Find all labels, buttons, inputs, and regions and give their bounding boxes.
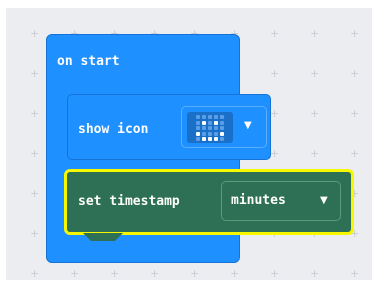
grid-mark: + bbox=[310, 67, 320, 80]
grid-mark: + bbox=[270, 27, 280, 40]
led-off bbox=[208, 120, 212, 125]
show-icon-block[interactable]: show icon ▼ bbox=[67, 94, 271, 160]
smiley-led-icon bbox=[187, 112, 233, 143]
grid-mark: + bbox=[270, 147, 280, 160]
grid-mark: + bbox=[30, 267, 40, 280]
led-off bbox=[196, 137, 200, 141]
led-off bbox=[208, 126, 212, 130]
led-off bbox=[220, 137, 224, 141]
grid-mark: + bbox=[350, 107, 360, 120]
show-icon-label: show icon bbox=[78, 122, 149, 137]
grid-mark: + bbox=[270, 267, 280, 280]
led-on bbox=[220, 131, 224, 136]
grid-mark: + bbox=[30, 107, 40, 120]
led-on bbox=[214, 120, 218, 125]
led-off bbox=[220, 120, 224, 125]
grid-mark: + bbox=[350, 147, 360, 160]
led-on bbox=[202, 120, 206, 125]
grid-mark: + bbox=[30, 227, 40, 240]
led-off bbox=[196, 115, 200, 119]
set-timestamp-label: set timestamp bbox=[78, 194, 180, 209]
grid-mark: + bbox=[230, 267, 240, 280]
grid-mark: + bbox=[30, 187, 40, 200]
led-on bbox=[214, 137, 218, 141]
icon-dropdown[interactable]: ▼ bbox=[181, 106, 267, 148]
grid-mark: + bbox=[350, 27, 360, 40]
set-timestamp-block[interactable]: set timestamp minutes ▼ bbox=[64, 169, 354, 241]
led-off bbox=[214, 126, 218, 130]
grid-mark: + bbox=[30, 27, 40, 40]
grid-mark: + bbox=[350, 267, 360, 280]
led-on bbox=[208, 137, 212, 141]
grid-mark: + bbox=[110, 267, 120, 280]
chevron-down-icon: ▼ bbox=[244, 120, 252, 131]
chevron-down-icon: ▼ bbox=[320, 195, 328, 206]
led-off bbox=[220, 126, 224, 130]
grid-mark: + bbox=[30, 147, 40, 160]
led-off bbox=[214, 115, 218, 119]
led-off bbox=[208, 115, 212, 119]
grid-mark: + bbox=[270, 67, 280, 80]
grid-mark: + bbox=[70, 267, 80, 280]
grid-mark: + bbox=[270, 107, 280, 120]
grid-mark: + bbox=[190, 267, 200, 280]
grid-mark: + bbox=[310, 147, 320, 160]
led-off bbox=[196, 120, 200, 125]
unit-dropdown-value: minutes bbox=[231, 193, 286, 208]
grid-mark: + bbox=[310, 267, 320, 280]
led-off bbox=[196, 126, 200, 130]
grid-mark: + bbox=[150, 267, 160, 280]
led-off bbox=[214, 131, 218, 136]
led-off bbox=[202, 115, 206, 119]
on-start-label: on start bbox=[57, 54, 120, 69]
led-off bbox=[208, 131, 212, 136]
grid-mark: + bbox=[310, 27, 320, 40]
led-off bbox=[202, 126, 206, 130]
blocks-workspace[interactable]: ++++++++++++++++++++++++++++++++++++++++… bbox=[6, 8, 372, 280]
led-off bbox=[220, 115, 224, 119]
grid-mark: + bbox=[310, 107, 320, 120]
led-on bbox=[196, 131, 200, 136]
led-on bbox=[202, 137, 206, 141]
led-off bbox=[202, 131, 206, 136]
grid-mark: + bbox=[30, 67, 40, 80]
grid-mark: + bbox=[350, 67, 360, 80]
unit-dropdown[interactable]: minutes ▼ bbox=[221, 181, 341, 221]
